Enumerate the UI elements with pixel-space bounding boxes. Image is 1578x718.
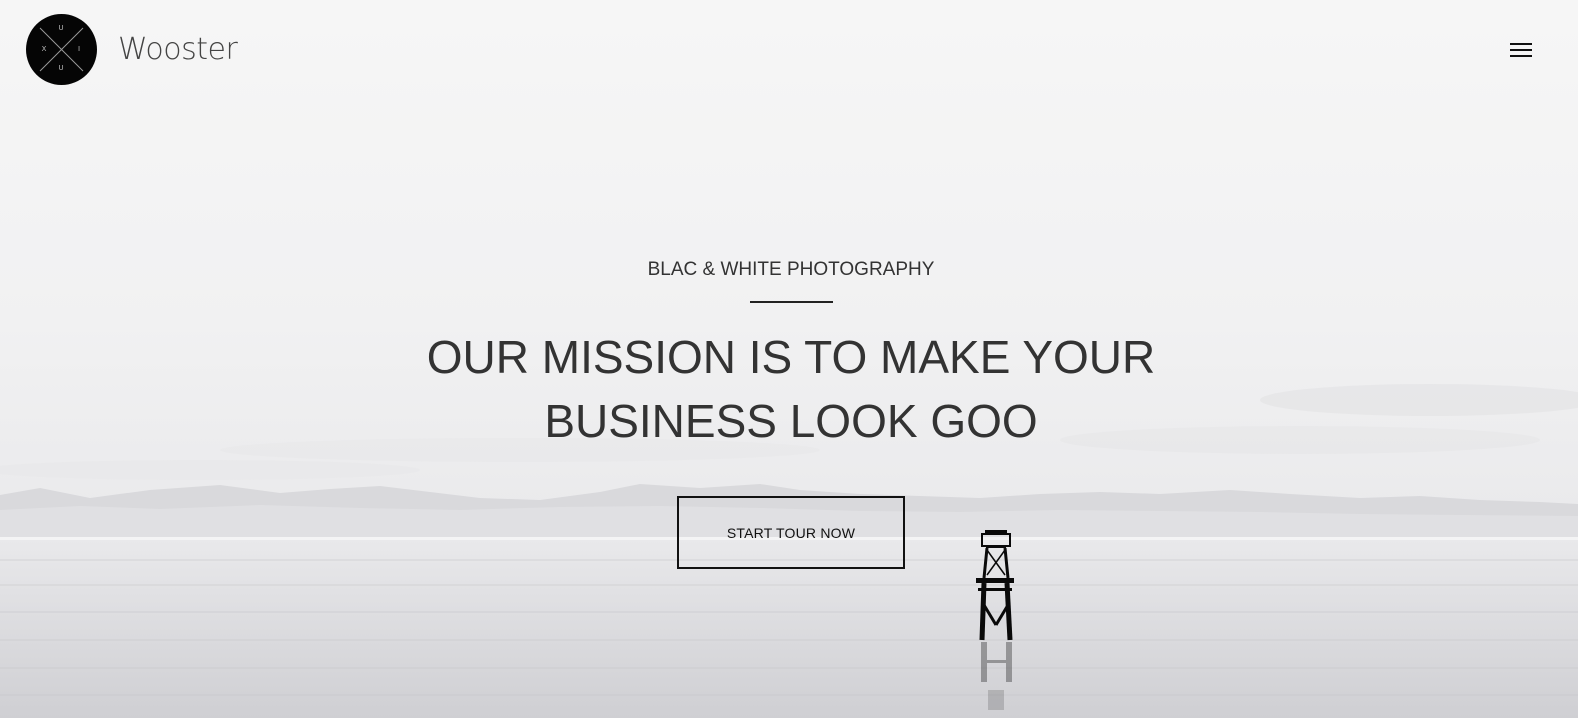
menu-bar — [1510, 43, 1532, 45]
menu-bar — [1510, 49, 1532, 51]
logo-letter-bottom: U — [58, 64, 64, 72]
logo-letter-top: U — [58, 24, 64, 32]
hero-headline: OUR MISSION IS TO MAKE YOUR BUSINESS LOO… — [300, 325, 1282, 453]
start-tour-button[interactable]: START TOUR NOW — [677, 496, 905, 569]
logo-letter-right: I — [77, 45, 81, 53]
hamburger-menu-icon[interactable] — [1510, 38, 1538, 62]
logo-letter-left: X — [41, 45, 47, 53]
headline-line-1: OUR MISSION IS TO MAKE YOUR — [426, 331, 1156, 383]
hero-section: U X I U Wooster BLAC & WHITE PHOTOGRAPHY… — [0, 0, 1578, 718]
hero-subtitle: BLAC & WHITE PHOTOGRAPHY — [647, 259, 935, 280]
headline-line-2: BUSINESS LOOK GOO — [544, 395, 1038, 447]
menu-bar — [1510, 55, 1532, 57]
brand-name[interactable]: Wooster — [118, 30, 238, 70]
logo[interactable]: U X I U — [26, 14, 97, 85]
hero-divider — [750, 301, 833, 303]
